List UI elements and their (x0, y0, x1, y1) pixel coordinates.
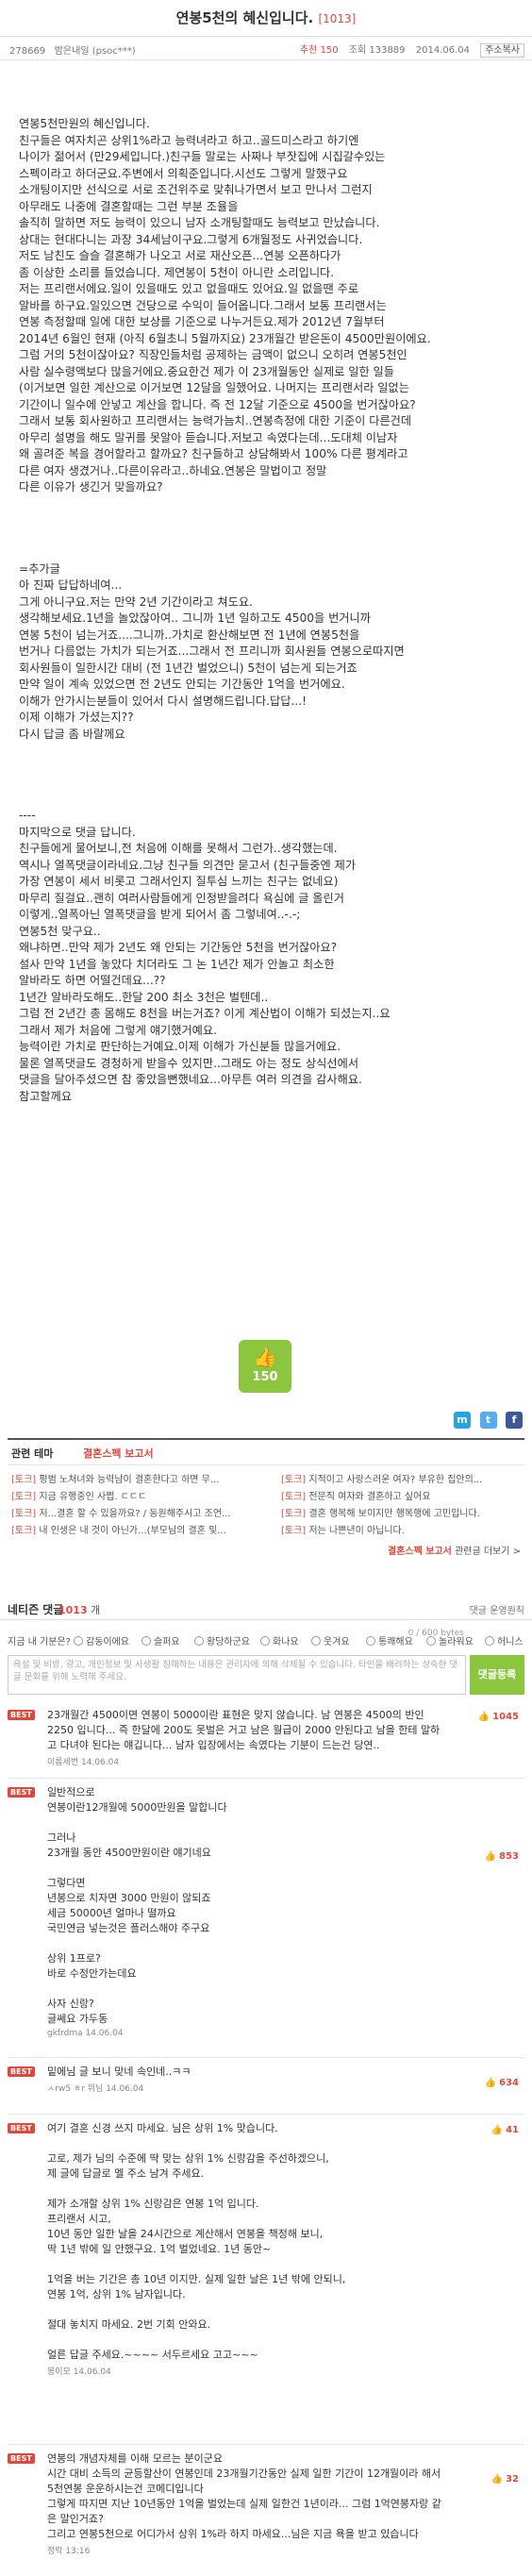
comment-text: 밑에님 글 보니 맞네 속인네..ㅋㅋ (47, 2066, 191, 2078)
mood-option[interactable]: 통쾌해요 (366, 1633, 413, 1648)
post-date: 2014.06.04 (415, 45, 470, 56)
mood-option[interactable]: 감동이에요 (74, 1633, 129, 1648)
divider (8, 2114, 524, 2115)
comment-like-button[interactable]: 👍 634 (485, 2078, 519, 2088)
thumbs-up-icon: 👍 (490, 2474, 504, 2484)
mood-option[interactable]: 허니스 (485, 1633, 524, 1648)
divider (8, 1778, 524, 1779)
related-more-link[interactable]: 결혼스펙 보고서 관련글 더보기 > (8, 1543, 524, 1557)
post-paragraph-main: 연봉5천만원의 혜신입니다. 친구들은 여자치곤 상위1%라고 능력녀라고 하고… (19, 117, 431, 493)
facebook-share-icon[interactable]: f (506, 1412, 523, 1429)
list-item[interactable]: [토크] 내 인생은 내 것이 아닌가...(부모님의 결혼 및... [토크]… (11, 1522, 521, 1539)
recommend-button[interactable]: 👍 150 (239, 1340, 291, 1393)
mood-option[interactable]: 화나요 (260, 1633, 299, 1648)
post-paragraph-final: ---- 마지막으로 댓글 답니다. 친구들에게 물어보니,전 처음에 이해를 … (19, 809, 391, 1103)
comment-author[interactable]: ㅅrw5 ㅎr 위님 14.06.04 (47, 2082, 524, 2094)
post-id: 278669 (9, 46, 46, 57)
best-badge: BEST (8, 2123, 35, 2133)
post-title-bar: 연봉5천의 혜신입니다. [1013] (0, 0, 532, 37)
comment-like-button[interactable]: 👍 853 (485, 1851, 519, 1862)
comment-author[interactable]: 이름세번 14.06.04 (47, 1755, 524, 1767)
comment-text: 23개월간 4500이면 연봉이 5000이란 표현은 맞지 않습니다. 남 연… (47, 1709, 441, 1751)
twitter-share-icon[interactable]: t (479, 1412, 497, 1429)
recommend-button-count: 150 (252, 1370, 278, 1384)
comment-author[interactable]: 봉이모 14.06.04 (47, 2365, 524, 2377)
mood-label: 지금 내 기분은? (8, 1637, 71, 1648)
comment-text: 여기 결혼 신경 쓰지 마세요. 님은 상위 1% 맞습니다. 고로, 제가 님… (47, 2122, 346, 2361)
best-badge: BEST (8, 2453, 35, 2464)
list-item[interactable]: [토크] 저...결혼 할 수 있을까요? / 동원해주시고 조언... [토크… (11, 1505, 521, 1522)
comment-like-button[interactable]: 👍 32 (491, 2474, 519, 2484)
comment-item: BEST 23개월간 4500이면 연봉이 5000이란 표현은 맞지 않습니다… (8, 1708, 524, 1767)
post-title: 연봉5천의 혜신입니다. [1013] (0, 0, 532, 27)
comment-count-badge[interactable]: [1013] (318, 12, 356, 25)
comment-text: 연봉의 개념자체를 이해 모르는 분이군요 시간 대비 소득의 균등할산이 연봉… (47, 2452, 441, 2540)
comment-text: 일반적으로 연봉이란12개월에 5000만원을 말합니다 그러나 23개월 동안… (47, 1786, 227, 2025)
divider (8, 2444, 524, 2445)
comment-submit-button[interactable]: 댓글등록 (470, 1655, 524, 1695)
thumbs-up-icon: 👍 (253, 1346, 277, 1368)
comment-item: BEST 밑에님 글 보니 맞네 속인네..ㅋㅋ ㅅrw5 ㅎr 위님 14.0… (8, 2065, 524, 2094)
mood-option[interactable]: 황당하군요 (194, 1633, 250, 1648)
mood-option[interactable]: 슬퍼요 (141, 1633, 180, 1648)
comment-item: BEST 일반적으로 연봉이란12개월에 5000만원을 말합니다 그러나 23… (8, 1785, 524, 2038)
thumbs-up-icon: 👍 (490, 2125, 504, 2135)
share-bar: m t f (448, 1412, 523, 1429)
related-label: 관련 테마 (11, 1447, 54, 1460)
thumbs-up-icon: 👍 (484, 2078, 497, 2088)
related-theme-box: 관련 테마 결혼스펙 보고서 [토크] 평범 노처녀와 능력남이 결혼한다고 하… (8, 1438, 524, 1557)
list-item[interactable]: [토크] 평범 노처녀와 능력남이 결혼한다고 하면 무... [토크] 지적이… (11, 1471, 521, 1488)
view-count: 조회 133889 (348, 45, 406, 56)
comment-write-area: 욕설 및 비방, 광고, 개인정보 및 사생활 침해하는 내용은 관리자에 의해… (8, 1655, 524, 1697)
comment-author[interactable]: gkfrdma 14.06.04 (47, 2029, 524, 2038)
best-badge: BEST (8, 1710, 35, 1720)
comment-like-button[interactable]: 👍 1045 (478, 1712, 519, 1722)
page: 연봉5천의 혜신입니다. [1013] 278669 밤은내일 (psoc***… (0, 0, 532, 2576)
comments-count: 1013 (58, 1604, 88, 1616)
comment-item: BEST 연봉의 개념자체를 이해 모르는 분이군요 시간 대비 소득의 균등할… (8, 2451, 524, 2556)
best-badge: BEST (8, 2066, 35, 2077)
comment-like-button[interactable]: 👍 41 (491, 2125, 519, 2135)
post-meta: 278669 밤은내일 (psoc***) 추천 150 조회 133889 2… (0, 37, 532, 60)
post-author[interactable]: 밤은내일 (psoc***) (55, 46, 136, 57)
best-badge: BEST (8, 1787, 35, 1798)
thumbs-up-icon: 👍 (484, 1851, 497, 1862)
comment-policy-link[interactable]: 댓글 운영원칙 (470, 1602, 524, 1616)
comment-input[interactable]: 욕설 및 비방, 광고, 개인정보 및 사생활 침해하는 내용은 관리자에 의해… (8, 1655, 466, 1695)
comments-header: 네티즌 댓글 1013 개 댓글 운영원칙 (0, 1595, 532, 1620)
messenger-share-icon[interactable]: m (454, 1412, 471, 1429)
related-list: [토크] 평범 노처녀와 능력남이 결혼한다고 하면 무... [토크] 지적이… (8, 1465, 524, 1543)
comment-item: BEST 여기 결혼 신경 쓰지 마세요. 님은 상위 1% 맞습니다. 고로,… (8, 2121, 524, 2377)
thumbs-up-icon: 👍 (477, 1712, 490, 1722)
post-title-text: 연봉5천의 혜신입니다. (175, 9, 314, 26)
mood-option[interactable]: 웃겨요 (311, 1633, 350, 1648)
post-body: 연봉5천만원의 혜신입니다. 친구들은 여자치곤 상위1%라고 능력녀라고 하고… (0, 60, 532, 1138)
copy-url-button[interactable]: 주소복사 (480, 43, 524, 58)
divider (8, 2057, 524, 2058)
post-paragraph-addendum: =추가글 아 진짜 답답하네여... 그게 아니구요.저는 만약 2년 기간이라… (19, 561, 405, 741)
recommend-count: 추천 150 (299, 45, 339, 56)
comment-author[interactable]: 정락 13:16 (47, 2544, 524, 2556)
byte-counter: 0 / 600 bytes (407, 1629, 464, 1638)
list-item[interactable]: [토크] 지금 유행중인 사쩝. ㄷㄷㄷ [토크] 전문직 여자와 결혼하고 싶… (11, 1488, 521, 1505)
comments-title: 네티즌 댓글 (8, 1603, 64, 1616)
related-theme-name[interactable]: 결혼스펙 보고서 (83, 1446, 154, 1461)
